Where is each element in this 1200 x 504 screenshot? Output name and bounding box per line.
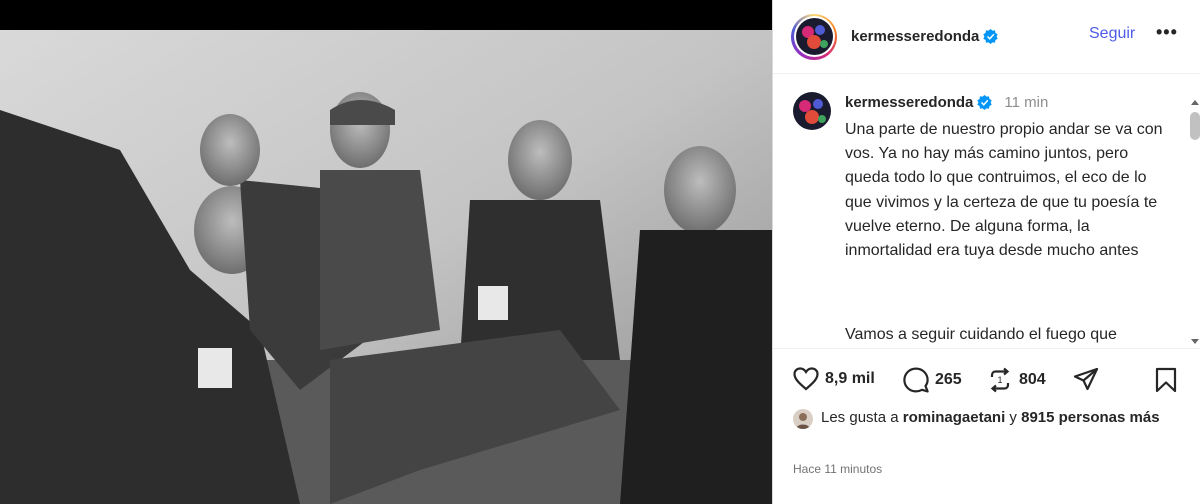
comment-bubble-icon: [903, 367, 929, 393]
post-timestamp[interactable]: Hace 11 minutos: [793, 462, 882, 476]
liked-by-prefix: Les gusta a: [821, 409, 903, 426]
caption-paragraph-2: Vamos a seguir cuidando el fuego que: [845, 326, 1117, 343]
share-button[interactable]: [1073, 367, 1099, 393]
post-side-panel: kermesseredonda Seguir ••• kermesseredon…: [772, 0, 1200, 504]
svg-text:1: 1: [997, 375, 1002, 385]
liked-by-others-link[interactable]: 8915 personas más: [1021, 409, 1159, 426]
post-header: kermesseredonda Seguir •••: [773, 0, 1200, 74]
caption-header: kermesseredonda 11 min: [845, 94, 1048, 111]
caption-author-avatar[interactable]: [793, 92, 831, 130]
caption-time: 11 min: [1004, 94, 1049, 111]
repost-icon: 1: [990, 367, 1010, 393]
verified-badge-icon: [983, 29, 999, 44]
action-bar: 8,9 mil 265 1 804: [773, 348, 1200, 406]
repost-button[interactable]: 1 804: [987, 367, 1046, 393]
like-count: 8,9 mil: [825, 370, 875, 387]
caption-area: kermesseredonda 11 min Una parte de nues…: [773, 74, 1200, 348]
comment-button[interactable]: 265: [903, 367, 962, 393]
author-username[interactable]: kermesseredonda: [851, 28, 979, 45]
liked-by-middle: y: [1005, 409, 1022, 426]
bookmark-icon: [1155, 367, 1177, 393]
caption-username[interactable]: kermesseredonda: [845, 94, 973, 111]
scroll-down-arrow-icon[interactable]: [1191, 339, 1199, 344]
more-options-button[interactable]: •••: [1156, 22, 1178, 43]
caption-paragraph-1: Una parte de nuestro propio andar se va …: [845, 121, 1163, 260]
comment-count: 265: [935, 371, 962, 388]
liked-by-user-link[interactable]: rominagaetani: [903, 409, 1006, 426]
liked-by-text: Les gusta a rominagaetani y 8915 persona…: [821, 408, 1160, 429]
repost-count: 804: [1019, 371, 1046, 388]
media-top-bar: [0, 0, 772, 30]
caption-scrollbar[interactable]: [1189, 100, 1200, 344]
scroll-up-arrow-icon[interactable]: [1191, 100, 1199, 105]
heart-icon: [793, 367, 819, 391]
post-photo: [0, 30, 772, 504]
save-button[interactable]: [1155, 367, 1177, 393]
verified-badge-icon: [977, 95, 993, 110]
author-avatar[interactable]: [791, 13, 837, 60]
follow-button[interactable]: Seguir: [1089, 25, 1135, 43]
like-button[interactable]: 8,9 mil: [793, 367, 875, 391]
post-media[interactable]: [0, 0, 772, 504]
paper-plane-icon: [1073, 367, 1099, 391]
scroll-thumb[interactable]: [1190, 112, 1200, 140]
liker-avatar[interactable]: [793, 409, 813, 429]
liked-by-summary: Les gusta a rominagaetani y 8915 persona…: [793, 408, 1193, 429]
